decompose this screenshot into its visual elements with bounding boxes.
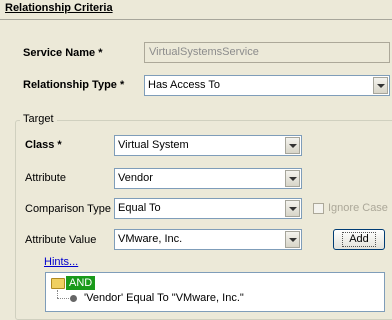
ignore-case-label: Ignore Case <box>328 202 388 214</box>
tree-node-and[interactable]: AND <box>51 276 96 290</box>
tree-node-criterion[interactable]: 'Vendor' Equal To "VMware, Inc." <box>84 292 244 304</box>
chevron-down-icon[interactable] <box>285 137 300 154</box>
tree-connector <box>57 298 69 300</box>
chevron-down-icon[interactable] <box>285 231 300 248</box>
comparison-type-value: Equal To <box>118 202 161 214</box>
attribute-label: Attribute <box>25 172 66 184</box>
ignore-case-checkbox[interactable] <box>313 203 324 214</box>
relationship-type-label: Relationship Type * <box>23 79 125 91</box>
comparison-type-select[interactable]: Equal To <box>114 198 302 219</box>
attribute-value-text: VMware, Inc. <box>118 233 183 245</box>
chevron-down-icon[interactable] <box>285 200 300 217</box>
attribute-select[interactable]: Vendor <box>114 168 302 189</box>
class-value: Virtual System <box>118 139 189 151</box>
relationship-type-select[interactable]: Has Access To <box>144 75 390 96</box>
class-label: Class * <box>25 139 62 151</box>
attribute-value-label: Attribute Value <box>25 234 97 246</box>
folder-open-icon <box>51 277 65 289</box>
attribute-value: Vendor <box>118 172 153 184</box>
service-name-label: Service Name * <box>23 47 103 59</box>
bullet-icon <box>70 295 77 302</box>
service-name-field[interactable]: VirtualSystemsService <box>144 42 390 63</box>
and-node-label: AND <box>66 276 96 290</box>
hints-link[interactable]: Hints... <box>44 256 78 268</box>
add-button-label: Add <box>342 232 376 247</box>
attribute-value-combobox[interactable]: VMware, Inc. <box>114 229 302 250</box>
chevron-down-icon[interactable] <box>285 170 300 187</box>
comparison-type-label: Comparison Type <box>25 203 112 215</box>
chevron-down-icon[interactable] <box>373 77 388 94</box>
section-title: Relationship Criteria <box>5 2 113 14</box>
tree-connector <box>57 290 59 298</box>
class-select[interactable]: Virtual System <box>114 135 302 156</box>
target-legend: Target <box>20 113 57 125</box>
relationship-type-value: Has Access To <box>148 79 220 91</box>
add-button[interactable]: Add <box>333 229 385 250</box>
